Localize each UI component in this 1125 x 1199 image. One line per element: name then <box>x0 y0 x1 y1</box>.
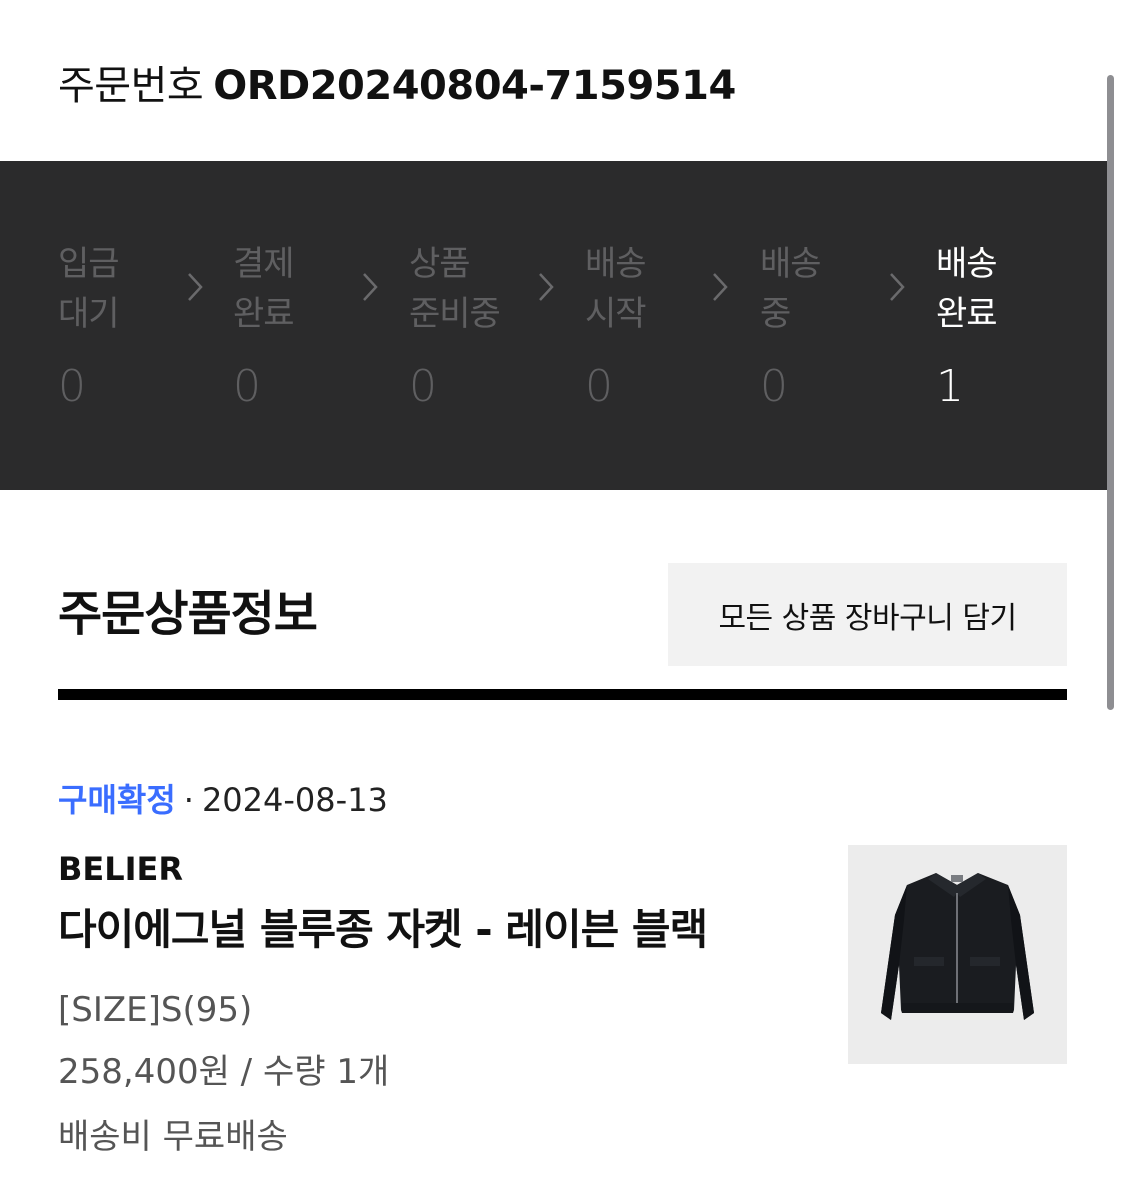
scrollbar-thumb[interactable] <box>1107 75 1114 710</box>
order-number-value: ORD20240804-7159514 <box>213 63 736 109</box>
step-count: 0 <box>233 361 261 412</box>
product-option: [SIZE]S(95) <box>58 990 253 1030</box>
product-name[interactable]: 다이에그널 블루종 자켓 - 레이븐 블랙 <box>58 903 708 957</box>
product-brand[interactable]: BELIER <box>58 849 183 889</box>
step-payment-complete: 결제 완료 0 <box>233 239 363 413</box>
chevron-right-icon <box>887 271 907 303</box>
step-label: 배송 완료 <box>936 244 998 334</box>
step-shipping-started: 배송 시작 0 <box>585 239 715 413</box>
order-number-heading: 주문번호 ORD20240804-7159514 <box>58 62 736 110</box>
jacket-image <box>848 845 1067 1064</box>
chevron-right-icon <box>710 271 730 303</box>
section-divider <box>58 689 1067 700</box>
step-label: 배송 시작 <box>585 244 647 334</box>
section-title: 주문상품정보 <box>58 586 318 642</box>
order-progress-band: 입금 대기 0 결제 완료 0 상품 준비중 0 배송 시작 0 배송 중 0 … <box>0 161 1112 490</box>
product-thumbnail[interactable] <box>848 845 1067 1064</box>
step-delivered: 배송 완료 1 <box>936 239 1066 413</box>
step-payment-pending: 입금 대기 0 <box>58 239 188 413</box>
chevron-right-icon <box>536 271 556 303</box>
add-all-to-cart-button[interactable]: 모든 상품 장바구니 담기 <box>668 563 1067 666</box>
step-count: 0 <box>760 361 788 412</box>
shipping-fee: 배송비 무료배송 <box>58 1117 288 1157</box>
step-count: 1 <box>936 361 964 412</box>
chevron-right-icon <box>360 271 380 303</box>
step-label: 상품 준비중 <box>409 244 501 334</box>
step-count: 0 <box>58 361 86 412</box>
separator-dot: · <box>183 781 194 819</box>
order-number-label: 주문번호 <box>58 63 204 109</box>
item-status-line: 구매확정 · 2024-08-13 <box>58 780 388 820</box>
step-label: 배송 중 <box>760 244 822 334</box>
step-preparing: 상품 준비중 0 <box>409 239 539 413</box>
step-count: 0 <box>585 361 613 412</box>
step-label: 결제 완료 <box>233 244 295 334</box>
chevron-right-icon <box>185 271 205 303</box>
step-count: 0 <box>409 361 437 412</box>
step-in-transit: 배송 중 0 <box>760 239 890 413</box>
item-date: 2024-08-13 <box>201 781 388 819</box>
product-price-quantity: 258,400원 / 수량 1개 <box>58 1052 390 1092</box>
step-label: 입금 대기 <box>58 244 120 334</box>
purchase-confirmed-badge: 구매확정 <box>58 781 176 819</box>
